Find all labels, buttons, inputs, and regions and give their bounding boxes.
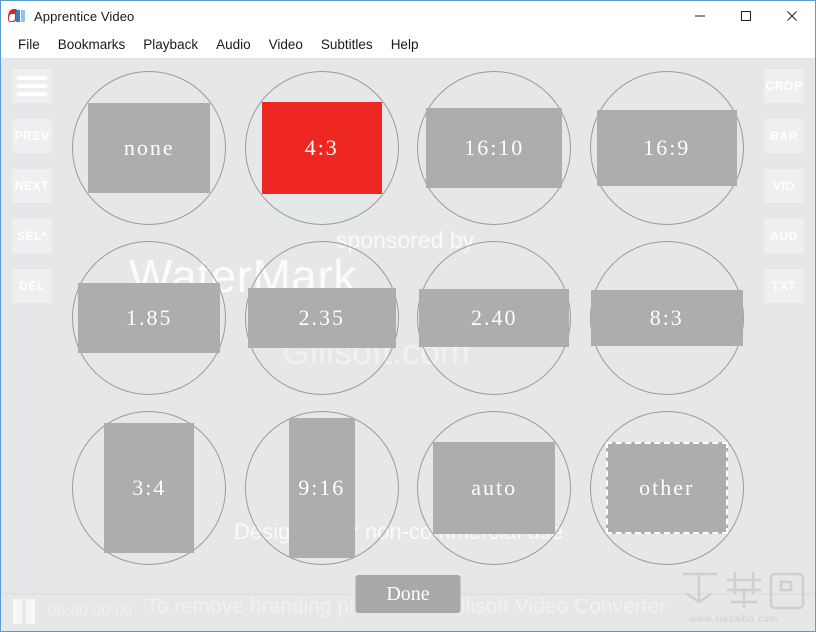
- aspect-ratio-label: 2.35: [298, 305, 345, 330]
- aspect-ratio-swatch[interactable]: 16:10: [426, 108, 563, 188]
- minimize-icon[interactable]: [677, 1, 723, 31]
- menu-item-playback[interactable]: Playback: [134, 34, 207, 55]
- aspect-cell-4-3[interactable]: 4:3: [236, 63, 409, 233]
- aspect-ratio-swatch[interactable]: 16:9: [596, 110, 737, 186]
- aspect-ratio-label: 2.40: [471, 305, 518, 330]
- maximize-icon[interactable]: [723, 1, 769, 31]
- aspect-ratio-swatch[interactable]: auto: [433, 442, 556, 534]
- aspect-cell-16-9[interactable]: 16:9: [581, 63, 754, 233]
- aspect-cell-auto[interactable]: auto: [408, 403, 581, 573]
- pause-icon[interactable]: [13, 599, 35, 624]
- aspect-cell-other[interactable]: other: [581, 403, 754, 573]
- playback-bar: 00:00:00:00 Done: [1, 572, 815, 631]
- aspect-ratio-label: 8:3: [649, 305, 684, 330]
- aspect-ratio-swatch[interactable]: 8:3: [590, 290, 743, 346]
- aspect-ratio-swatch[interactable]: 3:4: [104, 423, 195, 553]
- menu-item-video[interactable]: Video: [260, 34, 312, 55]
- sidebar-item-audio[interactable]: AUD: [764, 219, 804, 253]
- aspect-ratio-swatch[interactable]: other: [605, 442, 728, 534]
- sidebar-item-video[interactable]: VID: [764, 169, 804, 203]
- aspect-ratio-swatch[interactable]: none: [88, 103, 211, 193]
- menu-item-file[interactable]: File: [9, 34, 49, 55]
- aspect-cell-9-16[interactable]: 9:16: [236, 403, 409, 573]
- aspect-ratio-grid: none 4:3 16:10 16:9 1.85 2.35 2.40 8:3 3:4 9:16 au…: [63, 63, 753, 573]
- aspect-cell-8-3[interactable]: 8:3: [581, 233, 754, 403]
- video-stage: WaterMark sponsored by Gilisoft.com Desi…: [1, 59, 815, 631]
- menu-item-bookmarks[interactable]: Bookmarks: [49, 34, 135, 55]
- sidebar-item-next[interactable]: NEXT: [12, 169, 52, 203]
- app-window: Apprentice Video File Bookmarks Playback…: [0, 0, 816, 632]
- title-bar: Apprentice Video: [1, 1, 815, 31]
- app-logo-icon: [8, 8, 26, 24]
- aspect-ratio-label: 9:16: [298, 475, 346, 500]
- aspect-ratio-label: 16:9: [643, 135, 691, 160]
- window-controls: [677, 1, 815, 31]
- window-title: Apprentice Video: [34, 8, 135, 24]
- close-icon[interactable]: [769, 1, 815, 31]
- sidebar-item-select[interactable]: SEL*: [12, 219, 52, 253]
- aspect-ratio-label: 16:10: [464, 135, 525, 160]
- menu-item-audio[interactable]: Audio: [207, 34, 260, 55]
- sidebar-item-delete[interactable]: DEL: [12, 269, 52, 303]
- aspect-ratio-swatch[interactable]: 9:16: [288, 418, 355, 558]
- aspect-ratio-label: 4:3: [304, 135, 339, 160]
- hamburger-icon: [17, 76, 47, 96]
- aspect-cell-2-40[interactable]: 2.40: [408, 233, 581, 403]
- aspect-ratio-label: 1.85: [126, 305, 173, 330]
- aspect-ratio-swatch[interactable]: 2.40: [419, 289, 570, 347]
- sidebar-item-crop[interactable]: CROP: [764, 69, 804, 103]
- aspect-cell-3-4[interactable]: 3:4: [63, 403, 236, 573]
- aspect-ratio-swatch[interactable]: 4:3: [261, 102, 382, 194]
- sidebar-item-menu-toggle[interactable]: [12, 69, 52, 103]
- menu-item-help[interactable]: Help: [382, 34, 428, 55]
- sidebar-item-bar[interactable]: BAR: [764, 119, 804, 153]
- timecode-display: 00:00:00:00: [48, 603, 133, 620]
- sidebar-item-prev[interactable]: PREV: [12, 119, 52, 153]
- aspect-cell-16-10[interactable]: 16:10: [408, 63, 581, 233]
- aspect-ratio-label: none: [123, 135, 175, 160]
- aspect-ratio-swatch[interactable]: 1.85: [78, 283, 221, 353]
- left-toolbar: PREV NEXT SEL* DEL: [1, 59, 63, 631]
- done-button[interactable]: Done: [355, 575, 461, 613]
- right-toolbar: CROP BAR VID AUD TXT: [753, 59, 815, 631]
- sidebar-item-text[interactable]: TXT: [764, 269, 804, 303]
- transport-controls: 00:00:00:00: [13, 599, 133, 624]
- aspect-ratio-label: 3:4: [132, 475, 167, 500]
- aspect-ratio-label: other: [639, 475, 695, 500]
- aspect-cell-1-85[interactable]: 1.85: [63, 233, 236, 403]
- aspect-cell-none[interactable]: none: [63, 63, 236, 233]
- aspect-cell-2-35[interactable]: 2.35: [236, 233, 409, 403]
- menu-bar: File Bookmarks Playback Audio Video Subt…: [1, 31, 815, 59]
- menu-item-subtitles[interactable]: Subtitles: [312, 34, 382, 55]
- aspect-ratio-label: auto: [471, 475, 518, 500]
- aspect-ratio-swatch[interactable]: 2.35: [247, 288, 396, 348]
